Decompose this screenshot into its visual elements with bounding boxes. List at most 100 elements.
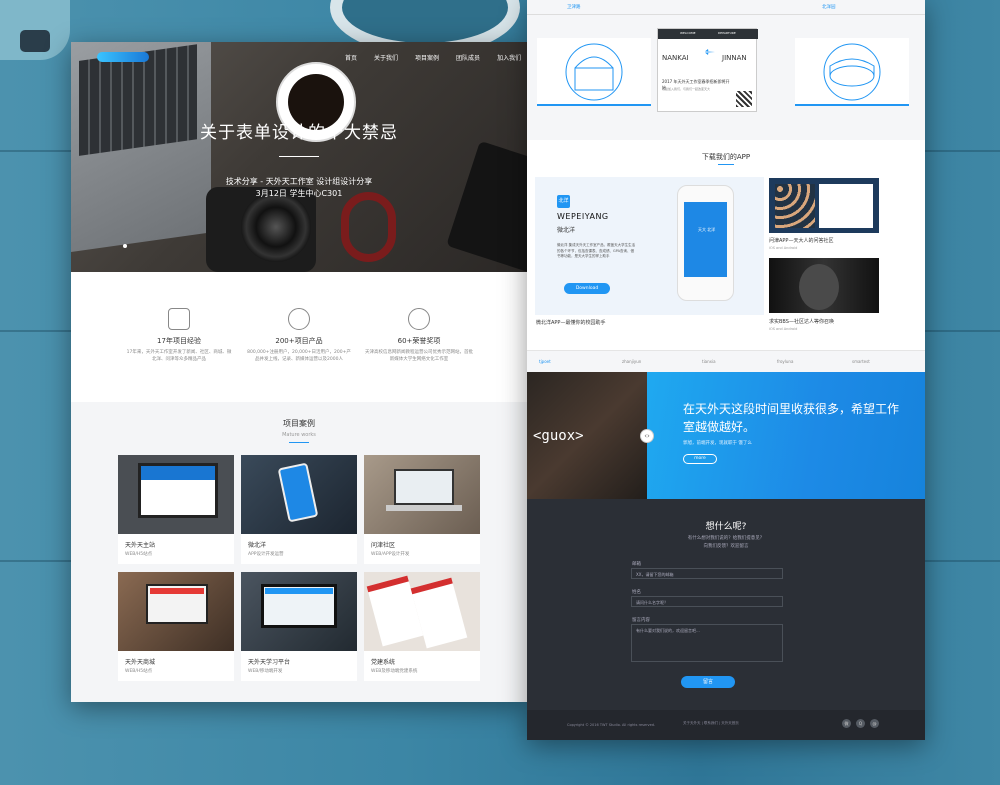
work-title: 天外天商城: [125, 659, 156, 666]
testimonial-panel: 在天外天这段时间里收获很多，希望工作室越做越好。 郭旭，前端开发，现就职于 饿了…: [647, 372, 925, 499]
thumbs-up-icon: [168, 308, 190, 330]
work-title: 天外天学习平台: [248, 659, 291, 666]
work-sub: WEB/H5站点: [125, 669, 153, 674]
nav-item-team[interactable]: 团队成员: [456, 53, 480, 62]
tile-caption: 问津APP—天大人的问答社区: [769, 238, 834, 244]
bbs-app-tile[interactable]: [769, 258, 879, 313]
work-title: 天外天主站: [125, 542, 156, 549]
work-sub: WEB/APP设计开发: [371, 552, 410, 557]
tab-froyluna[interactable]: froyluna: [777, 359, 793, 364]
work-card[interactable]: 天外天主站 WEB/H5站点: [118, 455, 234, 564]
nav-item-about[interactable]: 关于我们: [374, 53, 398, 62]
camera-lens: [241, 192, 311, 262]
submit-button[interactable]: 留言: [681, 676, 735, 688]
stadium-icon: [823, 43, 881, 101]
works-subtitle: Mature works: [282, 432, 316, 438]
message-section: 想什么呢? 有什么想对我们说的？给我们提意见？ 向我们反馈？欢迎留言: [527, 499, 925, 740]
work-title: 微北洋: [248, 542, 267, 549]
app-cn-name: 微北洋: [557, 227, 576, 234]
message-sub1: 有什么想对我们说的？给我们提意见？: [687, 536, 765, 541]
content-label: 留言内容: [632, 618, 650, 623]
hero-subtitle: 技术分享 - 天外天工作室 设计组设计分享: [225, 177, 373, 186]
award-icon: [408, 308, 430, 330]
work-thumbnail: [364, 572, 480, 651]
message-title: 想什么呢?: [705, 522, 747, 532]
copyright: Copyright © 2016 TWT Studio. All rights …: [567, 723, 656, 727]
works-section: 项目案例 Mature works 天外天主站 WEB/H5站点 微北洋 APP…: [71, 402, 527, 702]
ticket-header: [658, 29, 758, 39]
phone-screen: 天大 北洋: [684, 202, 727, 277]
ticket-head-left: WELCOME: [680, 31, 696, 35]
name-field[interactable]: 请问什么名字呢？: [631, 596, 783, 607]
work-sub: WEB及移动端党建系统: [371, 669, 418, 674]
tab-tianxia[interactable]: tianxia: [702, 359, 716, 364]
tab-zhanjiyun[interactable]: zhanjiyun: [622, 359, 641, 364]
website-mockup-left: 首页 关于我们 项目案例 团队成员 加入我们 关于表单设计的十大禁忌 技术分享 …: [71, 42, 527, 702]
keyboard-key: [20, 30, 50, 52]
work-thumbnail: [364, 455, 480, 534]
work-title: 问津社区: [371, 542, 396, 549]
feature-title: 60+荣誉奖项: [397, 337, 441, 345]
work-card[interactable]: 天外天商城 WEB/H5站点: [118, 572, 234, 681]
email-label: 邮箱: [632, 562, 641, 567]
work-thumbnail: [118, 455, 234, 534]
feature-desc: 800,000+注册用户，20,000+日活用户，200+产品并发上线，记录、新…: [247, 350, 351, 362]
work-thumbnail: [241, 455, 357, 534]
tab-tjpoet[interactable]: tjpoet: [539, 359, 551, 364]
weibo-icon[interactable]: 微: [842, 719, 851, 728]
campus-card-weijin: [537, 38, 651, 106]
member-tabs: tjpoet zhanjiyun tianxia froyluna smarte…: [527, 350, 925, 372]
carousel-dot[interactable]: [123, 244, 127, 248]
slider-arrow-icon[interactable]: ‹›: [640, 429, 654, 443]
testimonial-banner: <guox> 在天外天这段时间里收获很多，希望工作室越做越好。 郭旭，前端开发，…: [527, 372, 925, 499]
site-logo[interactable]: [97, 52, 149, 62]
work-sub: WEB/H5站点: [125, 552, 153, 557]
app-section: 下载我们的APP 北洋 WEPEIYANG 微北洋 微北洋 集成天外天工作室产品…: [527, 140, 925, 350]
website-mockup-right: 卫津路 北洋园 WELCOME DEPARTURE NANKAI JINNAN …: [527, 0, 925, 740]
tab-smartest[interactable]: smartest: [852, 359, 870, 364]
team-icon: [288, 308, 310, 330]
work-card[interactable]: 微北洋 APP设计开发运营: [241, 455, 357, 564]
qq-icon[interactable]: Q: [856, 719, 865, 728]
work-card[interactable]: 天外天学习平台 WEB/移动端开发: [241, 572, 357, 681]
feature-title: 200+项目产品: [275, 337, 323, 345]
download-button[interactable]: Download: [564, 283, 610, 294]
more-button[interactable]: more: [683, 454, 717, 464]
wenjin-app-tile[interactable]: [769, 178, 879, 233]
name-label: 姓名: [632, 590, 641, 595]
feature-title: 17年项目经验: [157, 337, 201, 345]
feature-experience: 17年项目经验 17年来，天外天工作室开发了新闻、社区、商城、微北洋、问津等众多…: [119, 272, 239, 364]
work-card[interactable]: 党建系统 WEB及移动端党建系统: [364, 572, 480, 681]
laptop-photo: [71, 42, 211, 253]
footer: Copyright © 2016 TWT Studio. All rights …: [527, 710, 925, 740]
feature-products: 200+项目产品 800,000+注册用户，20,000+日活用户，200+产品…: [239, 272, 359, 364]
testimonial-author: 郭旭，前端开发，现就职于 饿了么: [683, 441, 752, 446]
features-section: 17年项目经验 17年来，天外天工作室开发了新闻、社区、商城、微北洋、问津等众多…: [71, 272, 527, 402]
notebook-photo: [446, 140, 527, 274]
tile-sub: iOS and Android: [769, 246, 798, 250]
campus-header-bar: 卫津路 北洋园: [527, 0, 925, 15]
recruit-ticket[interactable]: WELCOME DEPARTURE NANKAI JINNAN 2017 年天外…: [657, 28, 758, 112]
message-textarea[interactable]: 有什么要对我们说的，欢迎留言吧...: [631, 624, 783, 662]
footer-links[interactable]: 关于天外天 | 联系我们 | 天外天首页: [683, 721, 739, 726]
work-title: 党建系统: [371, 659, 396, 666]
work-thumbnail: [241, 572, 357, 651]
work-sub: WEB/移动端开发: [248, 669, 283, 674]
message-sub2: 向我们反馈？欢迎留言: [703, 544, 749, 549]
main-nav: 首页 关于我们 项目案例 团队成员 加入我们: [345, 53, 521, 62]
ticket-sub: 欢迎加入我们，与我们一起改变天大: [662, 87, 711, 91]
tile-caption: 求实BBS—社区达人等你召唤: [769, 319, 834, 325]
email-icon[interactable]: @: [870, 719, 879, 728]
email-field[interactable]: XX，请留下您的邮箱: [631, 568, 783, 579]
work-sub: APP设计开发运营: [248, 552, 284, 557]
nav-item-join[interactable]: 加入我们: [497, 53, 521, 62]
work-card[interactable]: 问津社区 WEB/APP设计开发: [364, 455, 480, 564]
app-name: WEPEIYANG: [557, 212, 609, 221]
nav-item-home[interactable]: 首页: [345, 53, 357, 62]
building-icon: [565, 43, 623, 101]
campus-card-beiyang: [795, 38, 909, 106]
nav-item-projects[interactable]: 项目案例: [415, 53, 439, 62]
works-divider: [289, 442, 309, 443]
app-section-title: 下载我们的APP: [701, 153, 751, 161]
member-code-name: <guox>: [533, 428, 584, 444]
